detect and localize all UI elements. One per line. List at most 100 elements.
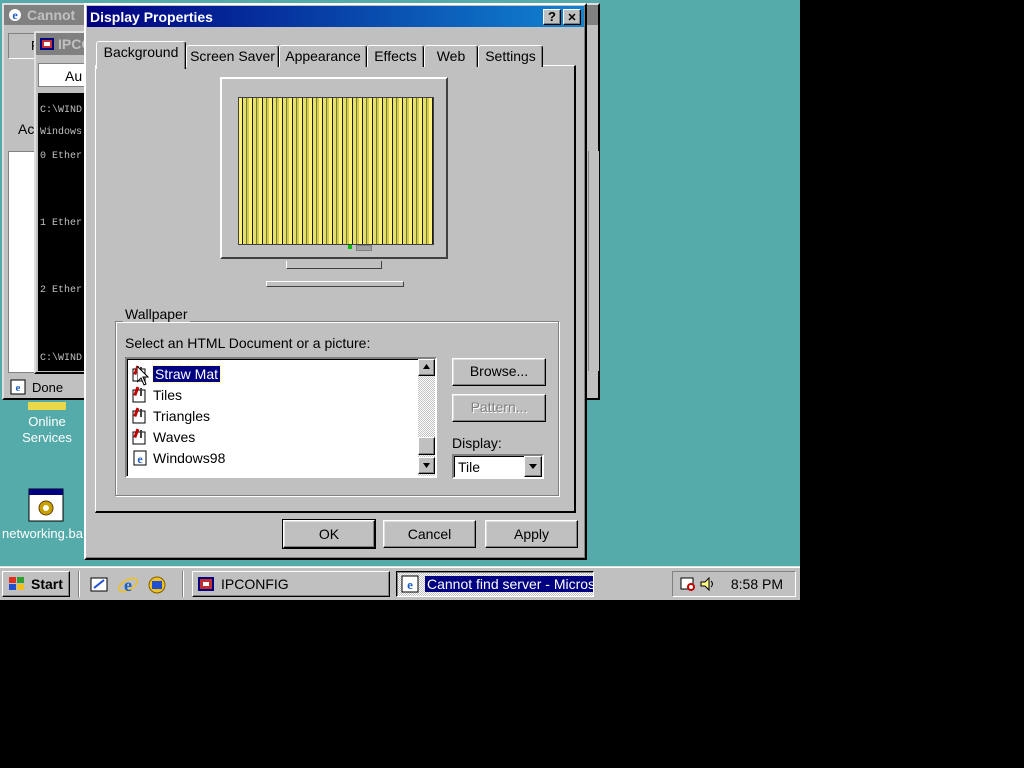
desktop: e Cannot F Ac e Done IPCO Au <box>0 0 800 600</box>
start-button[interactable]: Start <box>2 571 70 597</box>
apply-button-label: Apply <box>513 526 550 542</box>
svg-text:e: e <box>124 575 132 595</box>
console-line: 2 Ether <box>40 285 83 296</box>
taskbar-item-ipconfig[interactable]: IPCONFIG <box>192 571 390 597</box>
browse-button-label: Browse... <box>469 363 529 379</box>
tab-label: Screen Saver <box>190 48 275 64</box>
chevron-down-icon <box>529 464 537 469</box>
browser-title: Cannot <box>27 7 76 23</box>
svg-text:e: e <box>407 577 413 592</box>
tab-background[interactable]: Background <box>96 41 186 69</box>
scroll-up-button[interactable] <box>418 359 435 376</box>
address-fragment-text: Au <box>65 68 83 84</box>
close-icon: ✕ <box>567 11 577 24</box>
browser-status-text: Done <box>32 379 64 395</box>
status-page-icon: e <box>10 379 26 395</box>
monitor-frame <box>220 77 448 259</box>
arrow-up-icon <box>423 364 430 369</box>
dialog-title: Display Properties <box>90 8 213 25</box>
display-select-value: Tile <box>458 459 481 475</box>
close-button[interactable]: ✕ <box>563 8 581 25</box>
online-services-icon <box>28 402 66 410</box>
desktop-icon-label: networking.ba <box>2 526 83 541</box>
display-properties-dialog[interactable]: Display Properties ? ✕ Background Screen… <box>84 3 587 560</box>
tab-appearance[interactable]: Appearance <box>279 45 367 67</box>
tab-label: Background <box>103 44 179 60</box>
taskbar-item-browser[interactable]: e Cannot find server - Micros... <box>396 571 594 597</box>
list-item-label: Waves <box>153 429 196 445</box>
paint-bitmap-icon <box>131 428 149 446</box>
scroll-down-button[interactable] <box>418 457 435 474</box>
system-tray: 8:58 PM <box>672 571 796 597</box>
monitor-stand-base <box>266 281 404 287</box>
ok-button-label: OK <box>318 526 340 542</box>
paint-bitmap-icon <box>131 407 149 425</box>
tab-screen-saver[interactable]: Screen Saver <box>186 45 279 67</box>
address-label-text: Ac <box>18 121 35 137</box>
desktop-icon-networking-bat[interactable]: networking.ba <box>2 488 86 542</box>
console-line: C:\WIND <box>40 353 83 364</box>
internet-explorer-icon[interactable]: e <box>117 574 139 596</box>
wallpaper-preview <box>238 97 434 245</box>
wallpaper-list-scrollbar[interactable] <box>418 359 435 476</box>
monitor-button <box>356 245 372 251</box>
wallpaper-preview-monitor <box>220 77 450 287</box>
batch-file-icon <box>28 488 64 522</box>
help-button[interactable]: ? <box>543 8 561 25</box>
browse-button[interactable]: Browse... <box>452 358 546 386</box>
wallpaper-prompt: Select an HTML Document or a picture: <box>125 335 371 351</box>
task-label: IPCONFIG <box>221 576 289 592</box>
tab-effects[interactable]: Effects <box>367 45 424 67</box>
start-label: Start <box>31 576 63 592</box>
pattern-button: Pattern... <box>452 394 546 422</box>
volume-icon[interactable] <box>699 575 717 593</box>
html-document-icon: e <box>131 449 149 467</box>
cancel-button-label: Cancel <box>407 526 452 542</box>
tab-settings[interactable]: Settings <box>478 45 543 67</box>
tab-label: Effects <box>374 48 417 64</box>
channels-icon[interactable] <box>146 574 168 596</box>
clock[interactable]: 8:58 PM <box>731 576 783 592</box>
console-line: Windows <box>40 127 83 138</box>
list-item-label: Triangles <box>153 408 211 424</box>
wallpaper-list[interactable]: Straw Mat Tiles Triangles Waves e Window… <box>125 357 437 478</box>
windows-logo-icon <box>7 575 27 593</box>
list-item-label: Straw Mat <box>151 365 222 383</box>
msdos-icon <box>39 36 55 52</box>
taskbar: Start e IPCONFIG e Cannot find server - … <box>0 566 800 600</box>
display-select[interactable]: Tile <box>452 454 544 479</box>
cancel-button[interactable]: Cancel <box>383 520 476 548</box>
desktop-icon-label: Online <box>28 414 66 429</box>
apply-button[interactable]: Apply <box>485 520 578 548</box>
wallpaper-group-label: Wallpaper <box>123 306 190 322</box>
tab-web[interactable]: Web <box>424 45 478 67</box>
browser-scrollbar[interactable] <box>588 151 599 371</box>
list-item[interactable]: e Windows98 <box>131 448 225 468</box>
list-item[interactable]: Tiles <box>131 385 182 405</box>
list-item-label: Tiles <box>153 387 183 403</box>
browser-address-label: Ac <box>18 121 34 137</box>
list-item[interactable]: Waves <box>131 427 195 447</box>
internet-explorer-icon: e <box>7 7 23 23</box>
tab-label: Web <box>436 48 466 64</box>
msdos-icon <box>197 575 215 593</box>
dialog-titlebar[interactable]: Display Properties ? ✕ <box>87 6 584 27</box>
ok-button[interactable]: OK <box>282 519 376 549</box>
list-item[interactable]: Triangles <box>131 406 210 426</box>
svg-text:e: e <box>137 452 143 466</box>
desktop-icon-online-services[interactable]: Online Services <box>14 402 80 446</box>
list-item-label: Windows98 <box>153 450 226 466</box>
arrow-down-icon <box>423 463 430 468</box>
help-icon: ? <box>548 8 556 24</box>
scroll-thumb[interactable] <box>418 437 435 455</box>
scheduler-icon[interactable] <box>679 575 697 593</box>
paint-bitmap-icon <box>131 386 149 404</box>
monitor-power-light <box>348 245 352 249</box>
svg-text:e: e <box>16 382 21 394</box>
show-desktop-icon[interactable] <box>88 574 110 596</box>
display-dropdown-button[interactable] <box>524 456 542 477</box>
console-line: C:\WIND <box>40 105 83 116</box>
internet-explorer-icon: e <box>401 575 419 593</box>
pattern-button-label: Pattern... <box>470 399 528 415</box>
mouse-cursor-icon <box>136 364 150 386</box>
